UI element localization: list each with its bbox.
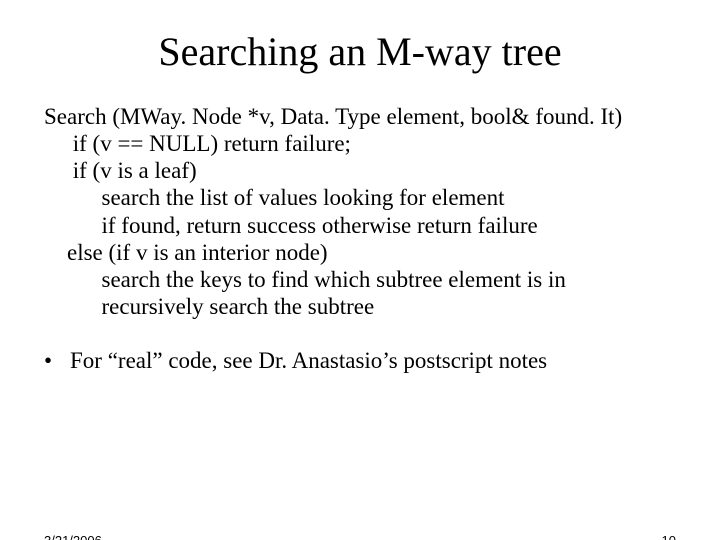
algo-line-3: if (v is a leaf) [44,157,680,184]
bullet-item: • For “real” code, see Dr. Anastasio’s p… [44,348,680,374]
footer: 3/21/2006 10 [44,533,676,540]
algo-line-5: if found, return success otherwise retur… [44,212,680,239]
footer-page-number: 10 [662,533,676,540]
algo-line-2: if (v == NULL) return failure; [44,130,680,157]
algo-line-1: Search (MWay. Node *v, Data. Type elemen… [44,103,680,130]
algorithm-block: Search (MWay. Node *v, Data. Type elemen… [44,103,680,320]
algo-line-7: search the keys to find which subtree el… [44,266,680,293]
bullet-text: For “real” code, see Dr. Anastasio’s pos… [70,348,547,374]
slide: Searching an M-way tree Search (MWay. No… [0,28,720,540]
algo-line-8: recursively search the subtree [44,293,680,320]
slide-title: Searching an M-way tree [0,28,720,75]
algo-line-4: search the list of values looking for el… [44,184,680,211]
footer-date: 3/21/2006 [44,533,102,540]
bullet-dot: • [44,348,70,374]
algo-line-6: else (if v is an interior node) [44,239,680,266]
